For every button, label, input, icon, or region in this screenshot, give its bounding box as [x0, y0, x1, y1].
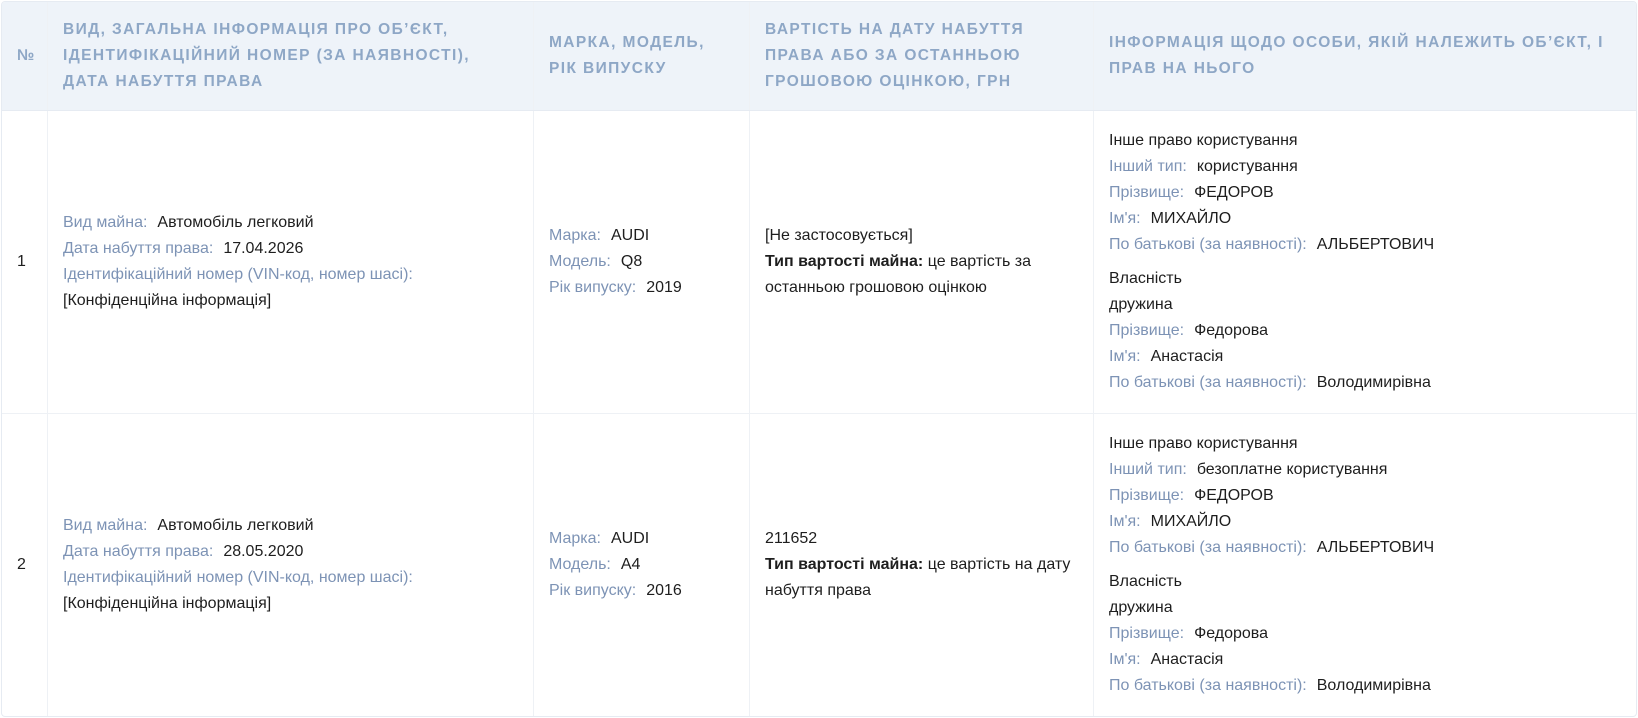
header-owner-text: ІНФОРМАЦІЯ ЩОДО ОСОБИ, ЯКІЙ НАЛЕЖИТЬ ОБ’… — [1109, 34, 1604, 77]
make-label: Марка: — [549, 530, 601, 547]
name-label: Ім'я: — [1109, 513, 1141, 530]
model-label: Модель: — [549, 253, 611, 270]
row-number-cell: 2 — [2, 414, 48, 716]
row-number-cell: 1 — [2, 111, 48, 413]
property-type-label: Вид майна: — [63, 214, 148, 231]
surname-label: Прізвище: — [1109, 487, 1185, 504]
acquired-date-value: 28.05.2020 — [223, 543, 304, 560]
year-label: Рік випуску: — [549, 582, 637, 599]
acquired-date-label: Дата набуття права: — [63, 543, 214, 560]
surname-value: ФЕДОРОВ — [1194, 184, 1274, 201]
patronymic-value: Володимирівна — [1316, 374, 1431, 391]
right-title: Власність — [1109, 270, 1182, 287]
header-value: ВАРТІСТЬ НА ДАТУ НАБУТТЯ ПРАВА АБО ЗА ОС… — [750, 2, 1094, 110]
make-value: AUDI — [611, 227, 650, 244]
owner-cell: Інше право користування Інший тип: корист… — [1094, 111, 1636, 413]
right-title: Власність — [1109, 573, 1182, 590]
year-value: 2019 — [646, 279, 682, 296]
brand-cell: Марка: AUDI Модель: Q8 Рік випуску: 2019 — [534, 111, 750, 413]
patronymic-label: По батькові (за наявності): — [1109, 374, 1307, 391]
table-header: № ВИД, ЗАГАЛЬНА ІНФОРМАЦІЯ ПРО ОБ’ЄКТ, І… — [2, 2, 1636, 111]
model-label: Модель: — [549, 556, 611, 573]
right-title: Інше право користування — [1109, 132, 1298, 149]
patronymic-label: По батькові (за наявності): — [1109, 539, 1307, 556]
brand-cell: Марка: AUDI Модель: A4 Рік випуску: 2016 — [534, 414, 750, 716]
surname-label: Прізвище: — [1109, 184, 1185, 201]
object-cell: Вид майна: Автомобіль легковий Дата набут… — [48, 111, 534, 413]
owner-cell: Інше право користування Інший тип: безопл… — [1094, 414, 1636, 716]
header-number: № — [2, 2, 48, 110]
surname-value: Федорова — [1194, 625, 1269, 642]
header-brand-text: МАРКА, МОДЕЛЬ, РІК ВИПУСКУ — [549, 34, 705, 77]
surname-value: Федорова — [1194, 322, 1269, 339]
patronymic-value: Володимирівна — [1316, 677, 1431, 694]
relation-value: дружина — [1109, 599, 1173, 616]
vin-label: Ідентифікаційний номер (VIN-код, номер ш… — [63, 266, 413, 283]
name-label: Ім'я: — [1109, 348, 1141, 365]
value-amount: 211652 — [765, 530, 818, 547]
patronymic-label: По батькові (за наявності): — [1109, 236, 1307, 253]
vin-label: Ідентифікаційний номер (VIN-код, номер ш… — [63, 569, 413, 586]
year-label: Рік випуску: — [549, 279, 637, 296]
year-value: 2016 — [646, 582, 682, 599]
name-label: Ім'я: — [1109, 210, 1141, 227]
header-value-text: ВАРТІСТЬ НА ДАТУ НАБУТТЯ ПРАВА АБО ЗА ОС… — [765, 21, 1025, 90]
vin-value: [Конфіденційна інформація] — [63, 595, 272, 612]
acquired-date-value: 17.04.2026 — [223, 240, 304, 257]
header-object: ВИД, ЗАГАЛЬНА ІНФОРМАЦІЯ ПРО ОБ’ЄКТ, ІДЕ… — [48, 2, 534, 110]
patronymic-value: АЛЬБЕРТОВИЧ — [1316, 539, 1435, 556]
header-object-text: ВИД, ЗАГАЛЬНА ІНФОРМАЦІЯ ПРО ОБ’ЄКТ, ІДЕ… — [63, 21, 470, 90]
value-cell: [Не застосовується] Тип вартості майна: … — [750, 111, 1094, 413]
object-cell: Вид майна: Автомобіль легковий Дата набут… — [48, 414, 534, 716]
other-type-label: Інший тип: — [1109, 158, 1187, 175]
surname-label: Прізвище: — [1109, 625, 1185, 642]
patronymic-label: По батькові (за наявності): — [1109, 677, 1307, 694]
value-type-label: Тип вартості майна: — [765, 556, 924, 573]
name-label: Ім'я: — [1109, 651, 1141, 668]
other-type-value: безоплатне користування — [1196, 461, 1388, 478]
make-label: Марка: — [549, 227, 601, 244]
row-number: 1 — [17, 253, 26, 270]
right-title: Інше право користування — [1109, 435, 1298, 452]
table-row: 1 Вид майна: Автомобіль легковий Дата наб… — [2, 111, 1636, 414]
property-table: № ВИД, ЗАГАЛЬНА ІНФОРМАЦІЯ ПРО ОБ’ЄКТ, І… — [1, 1, 1637, 717]
other-type-value: користування — [1196, 158, 1298, 175]
vin-value: [Конфіденційна інформація] — [63, 292, 272, 309]
value-cell: 211652 Тип вартості майна: це вартість н… — [750, 414, 1094, 716]
name-value: Анастасія — [1150, 348, 1224, 365]
property-type-value: Автомобіль легковий — [157, 517, 314, 534]
name-value: Анастасія — [1150, 651, 1224, 668]
surname-label: Прізвище: — [1109, 322, 1185, 339]
property-type-label: Вид майна: — [63, 517, 148, 534]
header-brand: МАРКА, МОДЕЛЬ, РІК ВИПУСКУ — [534, 2, 750, 110]
table-row: 2 Вид майна: Автомобіль легковий Дата наб… — [2, 414, 1636, 716]
surname-value: ФЕДОРОВ — [1194, 487, 1274, 504]
make-value: AUDI — [611, 530, 650, 547]
model-value: A4 — [620, 556, 641, 573]
relation-value: дружина — [1109, 296, 1173, 313]
name-value: МИХАЙЛО — [1150, 210, 1232, 227]
model-value: Q8 — [620, 253, 643, 270]
property-type-value: Автомобіль легковий — [157, 214, 314, 231]
value-amount: [Не застосовується] — [765, 227, 913, 244]
value-type-label: Тип вартості майна: — [765, 253, 924, 270]
acquired-date-label: Дата набуття права: — [63, 240, 214, 257]
other-type-label: Інший тип: — [1109, 461, 1187, 478]
row-number: 2 — [17, 556, 26, 573]
patronymic-value: АЛЬБЕРТОВИЧ — [1316, 236, 1435, 253]
header-owner: ІНФОРМАЦІЯ ЩОДО ОСОБИ, ЯКІЙ НАЛЕЖИТЬ ОБ’… — [1094, 2, 1636, 110]
header-number-text: № — [17, 47, 36, 64]
name-value: МИХАЙЛО — [1150, 513, 1232, 530]
